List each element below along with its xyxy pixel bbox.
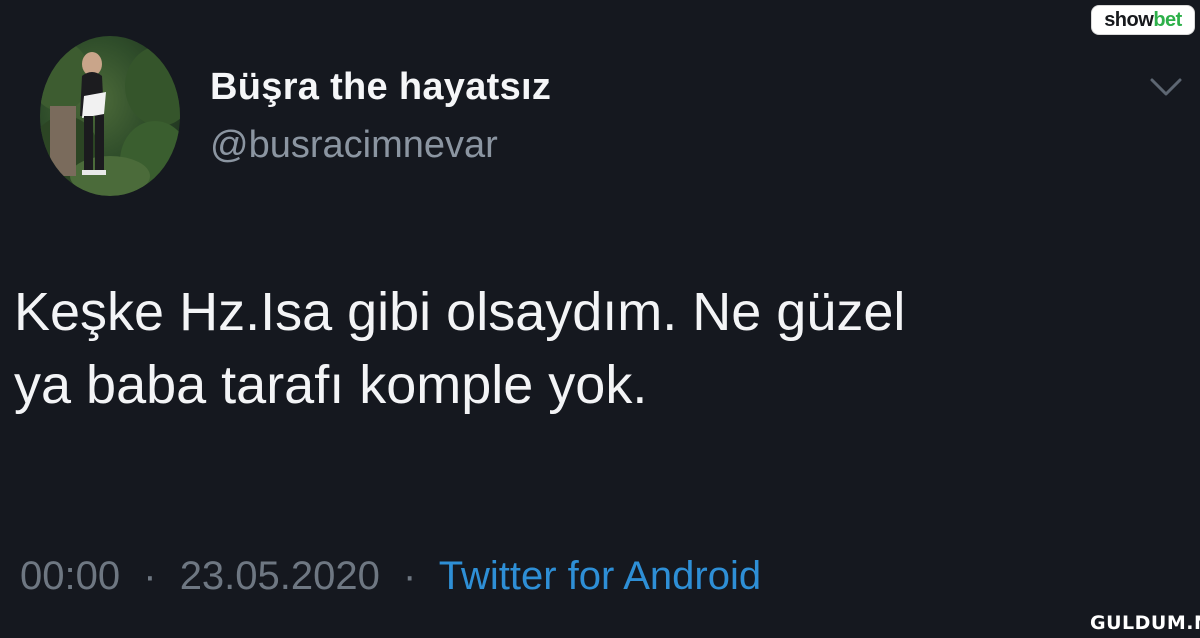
meta-separator: · [403,554,417,598]
avatar[interactable] [40,36,180,196]
user-handle[interactable]: @busracimnevar [210,124,498,167]
tweet-text: Keşke Hz.Isa gibi olsaydım. Ne güzel ya … [14,276,1174,422]
tweet-text-line: ya baba tarafı komple yok. [14,355,648,415]
tweet-source-link[interactable]: Twitter for Android [439,554,761,598]
tweet-text-line: Keşke Hz.Isa gibi olsaydım. Ne güzel [14,282,906,342]
tweet-date[interactable]: 23.05.2020 [180,554,380,598]
display-name[interactable]: Büşra the hayatsız [210,66,551,109]
meta-separator: · [143,554,157,598]
profile-photo-icon [40,41,180,196]
chevron-down-icon[interactable] [1146,72,1186,102]
watermark-text: show [1104,9,1154,31]
tweet-time[interactable]: 00:00 [20,554,120,598]
showbet-watermark: showbet [1092,6,1194,34]
tweet-meta: 00:00 · 23.05.2020 · Twitter for Android [20,554,761,599]
site-watermark: GULDUM.NET [1090,612,1200,634]
tweet-card: Büşra the hayatsız @busracimnevar Keşke … [0,0,1200,638]
watermark-text: bet [1153,9,1182,31]
